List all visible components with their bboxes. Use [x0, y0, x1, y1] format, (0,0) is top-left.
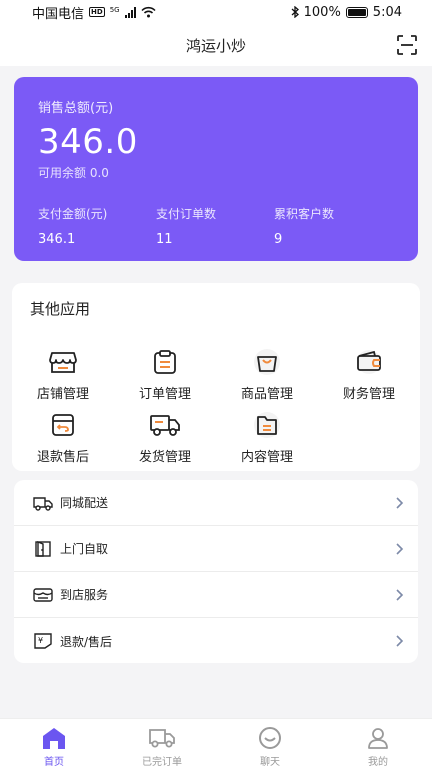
- service-self-pickup[interactable]: 上门自取: [14, 526, 418, 572]
- app-label: 内容管理: [240, 450, 293, 465]
- service-refund-aftersale[interactable]: ¥ 退款/售后: [14, 618, 418, 663]
- service-in-store[interactable]: 到店服务: [14, 572, 418, 618]
- delivery-van-icon: [32, 494, 54, 512]
- stat-label: 支付金额(元): [38, 207, 108, 221]
- user-icon: [364, 725, 392, 750]
- scan-icon[interactable]: [396, 34, 418, 56]
- stat-value: 11: [156, 232, 173, 247]
- service-list: 同城配送 上门自取 到店服务 ¥ 退款/售后: [14, 480, 418, 663]
- store-icon: [46, 345, 80, 379]
- app-label: 店铺管理: [36, 387, 89, 402]
- row-label: 同城配送: [60, 496, 109, 510]
- tab-mine[interactable]: 我的: [324, 719, 432, 768]
- stat-order-count: 支付订单数 11: [156, 205, 274, 247]
- signal-icon: [124, 6, 136, 18]
- stat-value: 346.1: [38, 232, 76, 247]
- app-refund-aftersale[interactable]: 退款售后: [12, 408, 114, 465]
- network-type: 5G: [109, 5, 120, 14]
- tab-label: 我的: [368, 757, 388, 768]
- tab-chat[interactable]: 聊天: [216, 719, 324, 768]
- other-apps-title: 其他应用: [30, 300, 91, 318]
- bluetooth-icon: [291, 6, 299, 18]
- truck-icon: [148, 725, 176, 750]
- chevron-right-icon: [396, 588, 404, 601]
- clipboard-icon: [148, 345, 182, 379]
- app-order-management[interactable]: 订单管理: [114, 345, 216, 402]
- row-label: 退款/售后: [60, 634, 113, 649]
- stat-customer-count: 累积客户数 9: [274, 205, 392, 247]
- other-apps-card: 其他应用 店铺管理 订单管理 商品管理 财务管理 退款售后 发货管理 内容管理: [12, 283, 420, 471]
- folder-icon: [250, 408, 284, 442]
- stat-pay-amount: 支付金额(元) 346.1: [38, 205, 156, 247]
- sales-stats: 支付金额(元) 346.1 支付订单数 11 累积客户数 9: [38, 205, 394, 247]
- sales-total-value: 346.0: [38, 122, 138, 162]
- shopping-bag-icon: [250, 345, 284, 379]
- battery-percent: 100%: [303, 4, 341, 20]
- hd-badge: HD: [89, 7, 105, 17]
- tab-home[interactable]: 首页: [0, 719, 108, 768]
- battery-icon: [345, 6, 368, 18]
- app-label: 发货管理: [138, 450, 191, 465]
- app-store-management[interactable]: 店铺管理: [12, 345, 114, 402]
- row-label: 上门自取: [60, 542, 109, 556]
- sales-summary-card: 销售总额(元) 346.0 可用余额 0.0 支付金额(元) 346.1 支付订…: [14, 77, 418, 261]
- wifi-icon: [141, 6, 156, 18]
- chevron-right-icon: [396, 496, 404, 509]
- app-label: 订单管理: [138, 387, 191, 402]
- status-bar: 中国电信 HD 5G 100% 5:04: [0, 0, 432, 24]
- tab-label: 聊天: [260, 757, 280, 768]
- available-balance: 可用余额 0.0: [38, 166, 109, 180]
- tab-label: 已完订单: [142, 757, 182, 768]
- tab-completed-orders[interactable]: 已完订单: [108, 719, 216, 768]
- app-label: 退款售后: [36, 450, 89, 465]
- tab-label: 首页: [44, 757, 64, 768]
- stat-label: 支付订单数: [156, 207, 217, 221]
- chevron-right-icon: [396, 635, 404, 647]
- app-label: 商品管理: [240, 387, 293, 402]
- app-shipping-management[interactable]: 发货管理: [114, 408, 216, 465]
- refund-box-icon: [46, 408, 80, 442]
- sales-total-label: 销售总额(元): [38, 101, 114, 116]
- service-local-delivery[interactable]: 同城配送: [14, 480, 418, 526]
- shop-awning-icon: [32, 586, 54, 604]
- stat-label: 累积客户数: [274, 207, 335, 221]
- bottom-tab-bar: 首页 已完订单 聊天 我的: [0, 718, 432, 768]
- row-label: 到店服务: [60, 588, 109, 602]
- svg-text:¥: ¥: [38, 636, 43, 645]
- app-header: 鸿运小炒: [0, 24, 432, 66]
- wallet-icon: [352, 345, 386, 379]
- home-icon: [40, 725, 68, 750]
- door-icon: [32, 540, 54, 558]
- app-finance-management[interactable]: 财务管理: [318, 345, 420, 402]
- shop-title: 鸿运小炒: [185, 36, 246, 55]
- app-product-management[interactable]: 商品管理: [216, 345, 318, 402]
- stat-value: 9: [274, 232, 283, 247]
- yen-return-icon: ¥: [32, 632, 54, 650]
- clock: 5:04: [372, 4, 402, 20]
- chat-face-icon: [256, 725, 284, 750]
- app-content-management[interactable]: 内容管理: [216, 408, 318, 465]
- carrier-label: 中国电信: [32, 6, 85, 22]
- truck-icon: [148, 408, 182, 442]
- app-label: 财务管理: [342, 387, 395, 402]
- chevron-right-icon: [396, 542, 404, 555]
